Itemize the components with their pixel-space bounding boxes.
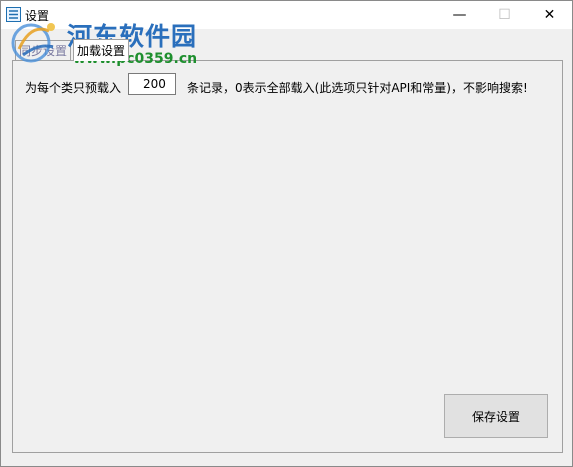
- tab-sync-settings[interactable]: 同步设置: [15, 40, 71, 60]
- close-button[interactable]: ✕: [527, 1, 572, 29]
- preload-prefix-label: 为每个类只预载入: [25, 81, 122, 95]
- title-bar[interactable]: 设置 — ☐ ✕: [1, 1, 572, 29]
- app-icon: [6, 7, 21, 22]
- save-settings-button[interactable]: 保存设置: [444, 394, 548, 438]
- preload-suffix-label: 条记录，0表示全部载入(此选项只针对API和常量)，不影响搜索!: [187, 81, 528, 95]
- maximize-button[interactable]: ☐: [482, 1, 527, 29]
- load-settings-panel: 为每个类只预载入 条记录，0表示全部载入(此选项只针对API和常量)，不影响搜索…: [12, 60, 563, 453]
- minimize-button[interactable]: —: [437, 1, 482, 29]
- window-title: 设置: [25, 9, 50, 23]
- tab-load-settings[interactable]: 加载设置: [73, 39, 129, 61]
- settings-window: 设置 — ☐ ✕ 同步设置 加载设置 为每个类只预载入 条记录，0表示全部载入(…: [0, 0, 573, 467]
- preload-count-input[interactable]: [128, 73, 176, 95]
